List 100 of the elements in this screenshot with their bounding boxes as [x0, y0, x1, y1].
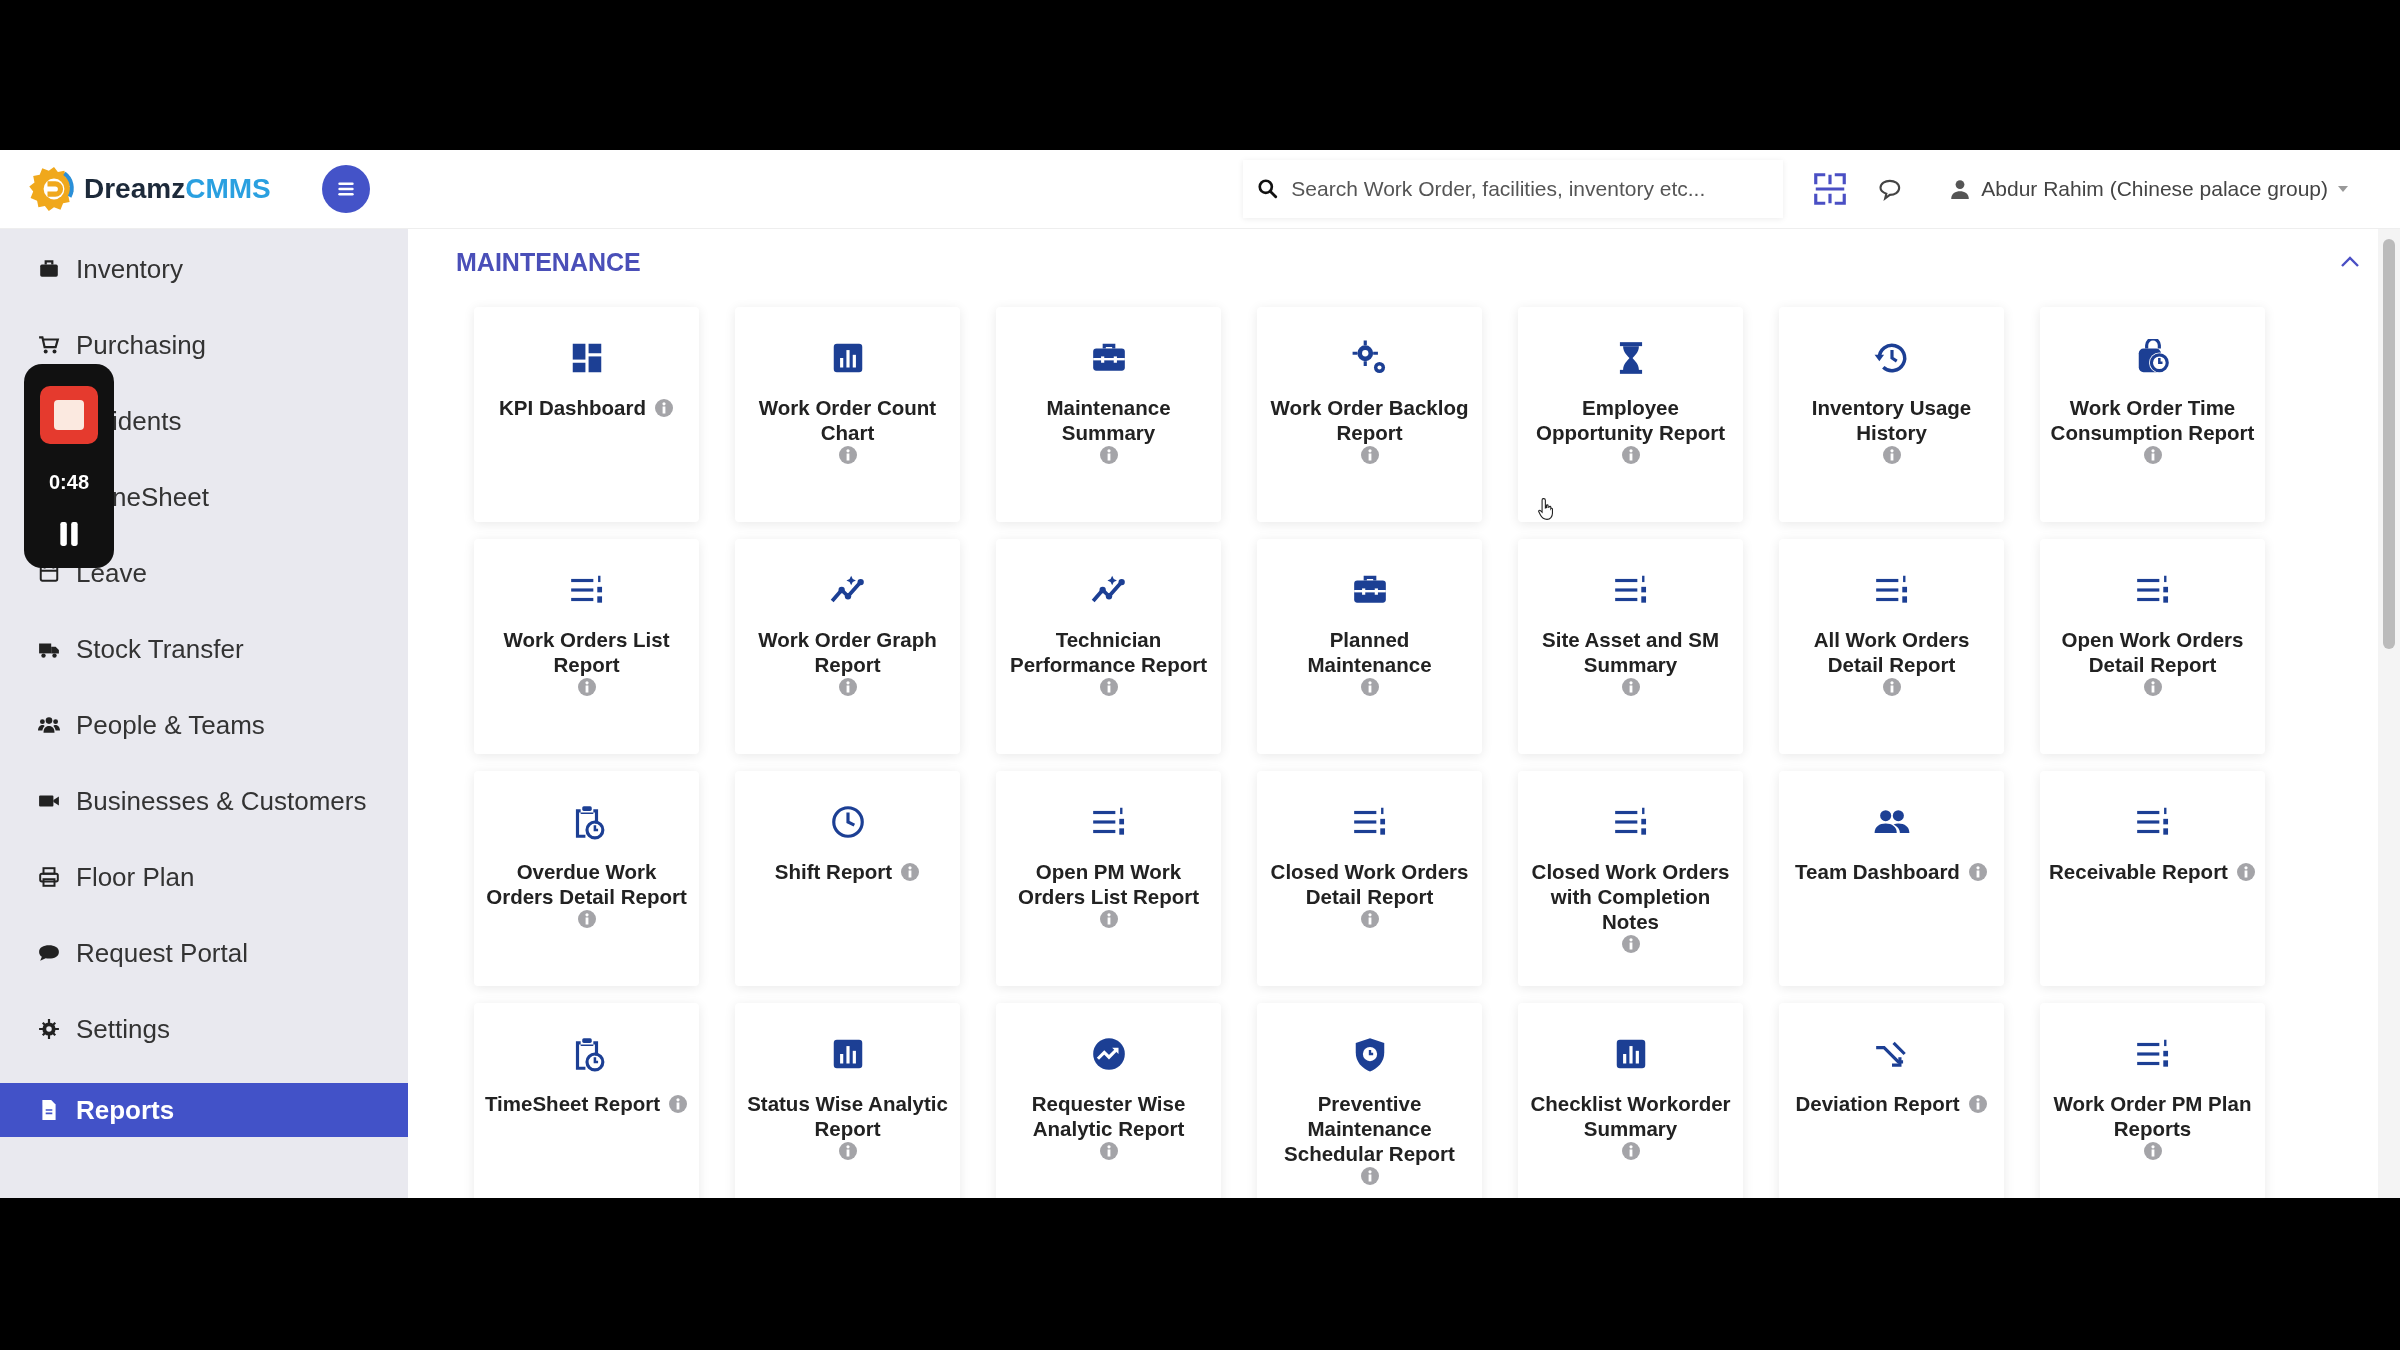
- caret-icon[interactable]: [2338, 186, 2348, 192]
- sidebar-item[interactable]: People & Teams: [0, 703, 408, 747]
- info-icon[interactable]: [1359, 677, 1380, 697]
- report-card[interactable]: Inventory Usage History: [1779, 307, 2004, 522]
- report-title: Work Order Backlog Report: [1269, 395, 1470, 445]
- report-card[interactable]: Work Order Count Chart: [735, 307, 960, 522]
- info-icon[interactable]: [1620, 1141, 1641, 1161]
- report-card[interactable]: Technician Performance Report: [996, 539, 1221, 754]
- report-title: Overdue Work Orders Detail Report: [485, 859, 688, 909]
- info-icon[interactable]: [1359, 1166, 1380, 1186]
- info-icon[interactable]: [1620, 934, 1641, 954]
- sidebar-item[interactable]: Leave: [0, 551, 408, 595]
- report-card[interactable]: Work Order Graph Report: [735, 539, 960, 754]
- report-card[interactable]: Preventive Maintenance Schedular Report: [1257, 1003, 1482, 1198]
- report-title: Closed Work Orders with Completion Notes: [1530, 859, 1731, 934]
- report-card[interactable]: Open PM Work Orders List Report: [996, 771, 1221, 986]
- report-title: Site Asset and SM Summary: [1541, 627, 1720, 677]
- sidebar-item[interactable]: Floor Plan: [0, 855, 408, 899]
- info-icon[interactable]: [837, 445, 858, 465]
- info-icon[interactable]: [1620, 677, 1641, 697]
- report-card[interactable]: All Work Orders Detail Report: [1779, 539, 2004, 754]
- report-card[interactable]: Work Orders List Report: [474, 539, 699, 754]
- report-card[interactable]: Closed Work Orders Detail Report: [1257, 771, 1482, 986]
- hand-cursor-icon: [1538, 497, 1556, 521]
- info-icon[interactable]: [1359, 909, 1380, 929]
- info-icon[interactable]: [1098, 445, 1119, 465]
- report-card[interactable]: TimeSheet Report: [474, 1003, 699, 1198]
- info-icon[interactable]: [1967, 1093, 1988, 1114]
- info-icon[interactable]: [1881, 677, 1902, 697]
- user-icon: [1949, 178, 1972, 200]
- info-icon[interactable]: [576, 909, 597, 929]
- info-icon[interactable]: [2142, 677, 2163, 697]
- report-card[interactable]: Work Order Time Consumption Report: [2040, 307, 2265, 522]
- cart-icon: [38, 334, 60, 356]
- info-icon[interactable]: [653, 397, 674, 418]
- info-icon[interactable]: [837, 677, 858, 697]
- info-icon[interactable]: [837, 1141, 858, 1161]
- sidebar-item[interactable]: Stock Transfer: [0, 627, 408, 671]
- report-card[interactable]: Work Order PM Plan Reports: [2040, 1003, 2265, 1198]
- report-card[interactable]: KPI Dashboard: [474, 307, 699, 522]
- info-icon[interactable]: [1620, 445, 1641, 465]
- info-icon[interactable]: [1098, 909, 1119, 929]
- report-card[interactable]: Checklist Workorder Summary: [1518, 1003, 1743, 1198]
- info-icon[interactable]: [576, 677, 597, 697]
- report-title: Open Work Orders Detail Report: [2060, 627, 2245, 677]
- recording-time: 0:48: [49, 470, 89, 494]
- report-card[interactable]: Status Wise Analytic Report: [735, 1003, 960, 1198]
- sidebar-item[interactable]: Reports: [0, 1083, 408, 1137]
- info-icon[interactable]: [2235, 861, 2256, 882]
- report-title: Planned Maintenance: [1306, 627, 1433, 677]
- report-title: Receivable Report: [2049, 859, 2228, 884]
- info-icon[interactable]: [1359, 445, 1380, 465]
- report-card[interactable]: Requester Wise Analytic Report: [996, 1003, 1221, 1198]
- report-card[interactable]: Shift Report: [735, 771, 960, 986]
- info-icon[interactable]: [1881, 445, 1902, 465]
- report-title: Closed Work Orders Detail Report: [1269, 859, 1470, 909]
- report-card[interactable]: Employee Opportunity Report: [1518, 307, 1743, 522]
- report-title: Checklist Workorder Summary: [1529, 1091, 1732, 1141]
- report-card[interactable]: Team Dashboard: [1779, 771, 2004, 986]
- report-card[interactable]: Maintenance Summary: [996, 307, 1221, 522]
- sidebar-item[interactable]: Inventory: [0, 247, 408, 291]
- report-card[interactable]: Planned Maintenance: [1257, 539, 1482, 754]
- report-card[interactable]: Overdue Work Orders Detail Report: [474, 771, 699, 986]
- sidebar-item[interactable]: idents: [112, 399, 408, 443]
- chat-icon: [38, 942, 60, 964]
- report-card[interactable]: Receivable Report: [2040, 771, 2265, 986]
- report-title: Status Wise Analytic Report: [746, 1091, 949, 1141]
- info-icon[interactable]: [900, 861, 921, 882]
- sidebar-item[interactable]: Request Portal: [0, 931, 408, 975]
- info-icon[interactable]: [1098, 677, 1119, 697]
- stop-button[interactable]: [40, 385, 98, 444]
- user-name[interactable]: Abdur Rahim (Chinese palace group): [1981, 177, 2328, 201]
- info-icon[interactable]: [668, 1093, 689, 1114]
- info-icon[interactable]: [1967, 861, 1988, 882]
- search-field[interactable]: Search Work Order, facilities, inventory etc...: [1243, 160, 1784, 218]
- report-title: Work Orders List Report: [502, 627, 671, 677]
- report-title: All Work Orders Detail Report: [1812, 627, 1971, 677]
- sidebar-item[interactable]: neSheet: [112, 475, 408, 519]
- info-icon[interactable]: [2142, 445, 2163, 465]
- report-card[interactable]: Deviation Report: [1779, 1003, 2004, 1198]
- chevron-icon[interactable]: [2340, 256, 2360, 268]
- report-card[interactable]: Site Asset and SM Summary: [1518, 539, 1743, 754]
- menu-button[interactable]: [322, 165, 370, 213]
- scrollbar-thumb[interactable]: [2383, 239, 2395, 649]
- report-title: Work Order Time Consumption Report: [2050, 395, 2255, 445]
- sidebar-item[interactable]: Settings: [0, 1007, 408, 1051]
- sidebar-item[interactable]: Businesses & Customers: [0, 779, 408, 823]
- report-title: Work Order Graph Report: [757, 627, 938, 677]
- sidebar-item[interactable]: Purchasing: [0, 323, 408, 367]
- people-icon: [38, 714, 60, 736]
- info-icon[interactable]: [2142, 1141, 2163, 1161]
- report-card[interactable]: Open Work Orders Detail Report: [2040, 539, 2265, 754]
- report-card[interactable]: Work Order Backlog Report: [1257, 307, 1482, 522]
- settings-icon: [38, 1018, 60, 1040]
- scrollbar[interactable]: [2378, 229, 2400, 1198]
- pause-icon[interactable]: [58, 520, 80, 547]
- info-icon[interactable]: [1098, 1141, 1119, 1161]
- report-title: Open PM Work Orders List Report: [1016, 859, 1201, 909]
- report-title: Shift Report: [774, 859, 893, 884]
- report-card[interactable]: Closed Work Orders with Completion Notes: [1518, 771, 1743, 986]
